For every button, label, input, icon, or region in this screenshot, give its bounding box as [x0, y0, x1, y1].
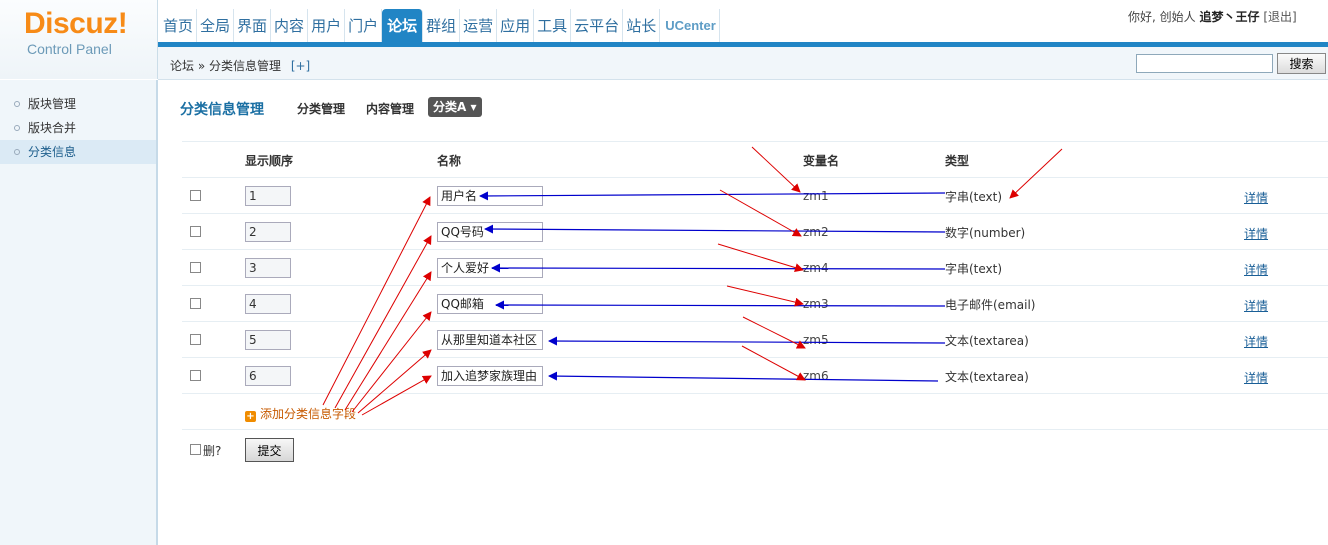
top-header: Discuz! Control Panel 首页 全局 界面 内容 用户 门户 … [0, 0, 1328, 79]
main-nav: 首页 全局 界面 内容 用户 门户 论坛 群组 运营 应用 工具 云平台 站长 … [160, 9, 720, 43]
name-input[interactable]: QQ号码 [437, 222, 543, 242]
order-input[interactable]: 6 [245, 366, 291, 386]
bullet-icon [14, 125, 20, 131]
divider [182, 429, 1328, 430]
row-checkbox[interactable] [190, 262, 201, 273]
variable-name: zm2 [803, 225, 829, 239]
order-input[interactable]: 2 [245, 222, 291, 242]
nav-item-content[interactable]: 内容 [271, 9, 309, 43]
logo-subtitle: Control Panel [27, 41, 112, 57]
nav-item-global[interactable]: 全局 [197, 9, 235, 43]
nav-item-ucenter[interactable]: UCenter [660, 9, 720, 43]
sidebar-item-forum-manage[interactable]: 版块管理 [0, 92, 156, 116]
field-type: 电子邮件(email) [945, 298, 1036, 312]
divider [182, 393, 1328, 394]
nav-item-interface[interactable]: 界面 [234, 9, 272, 43]
detail-link[interactable]: 详情 [1244, 225, 1268, 242]
nav-item-users[interactable]: 用户 [308, 9, 346, 43]
divider [182, 357, 1328, 358]
search-button[interactable]: 搜索 [1277, 53, 1326, 74]
sidebar-item-label: 分类信息 [28, 145, 77, 159]
add-field-link[interactable]: + 添加分类信息字段 [245, 405, 356, 422]
delete-checkbox[interactable] [190, 444, 201, 455]
variable-name: zm4 [803, 261, 829, 275]
divider [182, 213, 1328, 214]
breadcrumb: 论坛 » 分类信息管理 [+] [170, 57, 310, 74]
delete-label: 删? [203, 444, 222, 458]
divider [182, 141, 1328, 142]
row-checkbox[interactable] [190, 334, 201, 345]
name-input[interactable]: 用户名 [437, 186, 543, 206]
bullet-icon [14, 101, 20, 107]
user-name: 追梦丶王仔 [1199, 10, 1260, 24]
nav-item-groups[interactable]: 群组 [423, 9, 461, 43]
detail-link[interactable]: 详情 [1244, 189, 1268, 206]
divider [182, 285, 1328, 286]
sidebar: 版块管理 版块合并 分类信息 [0, 80, 158, 545]
sub-header: 论坛 » 分类信息管理 [+] 搜索 [158, 47, 1328, 80]
nav-item-apps[interactable]: 应用 [497, 9, 535, 43]
field-type: 数字(number) [945, 226, 1026, 240]
add-shortcut-link[interactable]: [+] [291, 59, 310, 73]
detail-link[interactable]: 详情 [1244, 333, 1268, 350]
breadcrumb-text: 论坛 » 分类信息管理 [170, 59, 281, 73]
nav-item-cloud[interactable]: 云平台 [571, 9, 624, 43]
sidebar-item-forum-merge[interactable]: 版块合并 [0, 116, 156, 140]
sidebar-item-thread-types[interactable]: 分类信息 [0, 140, 156, 164]
nav-item-forum[interactable]: 论坛 [382, 9, 424, 43]
field-type: 文本(textarea) [945, 334, 1029, 348]
header-type: 类型 [945, 154, 970, 168]
name-input[interactable]: QQ邮箱 [437, 294, 543, 314]
order-input[interactable]: 5 [245, 330, 291, 350]
sidebar-item-label: 版块合并 [28, 121, 77, 135]
row-checkbox[interactable] [190, 298, 201, 309]
divider [182, 321, 1328, 322]
field-type: 字串(text) [945, 262, 1003, 276]
detail-link[interactable]: 详情 [1244, 369, 1268, 386]
field-type: 文本(textarea) [945, 370, 1029, 384]
add-field-label: 添加分类信息字段 [260, 407, 357, 421]
name-input[interactable]: 从那里知道本社区 [437, 330, 543, 350]
field-type: 字串(text) [945, 190, 1003, 204]
row-checkbox[interactable] [190, 226, 201, 237]
divider [182, 177, 1328, 178]
name-input[interactable]: 个人爱好 [437, 258, 543, 278]
nav-item-home[interactable]: 首页 [160, 9, 198, 43]
divider [182, 249, 1328, 250]
user-info: 你好, 创始人 追梦丶王仔 [退出] [1128, 8, 1297, 25]
header-name: 名称 [437, 154, 462, 168]
order-input[interactable]: 4 [245, 294, 291, 314]
variable-name: zm5 [803, 333, 829, 347]
main-content: 分类信息管理 分类管理 内容管理 分类A ▾ 显示顺序 名称 变量名 类型 1 … [160, 80, 1328, 545]
detail-link[interactable]: 详情 [1244, 297, 1268, 314]
variable-name: zm3 [803, 297, 829, 311]
header-order: 显示顺序 [245, 154, 294, 168]
logout-link[interactable]: [退出] [1263, 10, 1296, 24]
header-variable: 变量名 [803, 154, 840, 168]
nav-item-tools[interactable]: 工具 [534, 9, 572, 43]
row-checkbox[interactable] [190, 190, 201, 201]
order-input[interactable]: 1 [245, 186, 291, 206]
plus-icon: + [245, 411, 256, 422]
nav-item-webmaster[interactable]: 站长 [623, 9, 661, 43]
nav-item-portal[interactable]: 门户 [345, 9, 383, 43]
sidebar-item-label: 版块管理 [28, 97, 77, 111]
search-input[interactable] [1136, 54, 1273, 73]
variable-name: zm1 [803, 189, 829, 203]
logo-brand: Discuz! [24, 7, 128, 40]
user-greeting: 你好, 创始人 [1128, 10, 1196, 24]
name-input[interactable]: 加入追梦家族理由 [437, 366, 543, 386]
variable-name: zm6 [803, 369, 829, 383]
page-title: 分类信息管理 [180, 102, 264, 118]
tab-content-manage[interactable]: 内容管理 [366, 100, 414, 117]
tab-category-a-dropdown[interactable]: 分类A ▾ [428, 97, 482, 117]
submit-button[interactable]: 提交 [245, 438, 294, 462]
logo[interactable]: Discuz! Control Panel [0, 0, 158, 79]
detail-link[interactable]: 详情 [1244, 261, 1268, 278]
order-input[interactable]: 3 [245, 258, 291, 278]
bullet-icon [14, 149, 20, 155]
row-checkbox[interactable] [190, 370, 201, 381]
tab-category-manage[interactable]: 分类管理 [297, 100, 345, 117]
nav-item-operations[interactable]: 运营 [460, 9, 498, 43]
